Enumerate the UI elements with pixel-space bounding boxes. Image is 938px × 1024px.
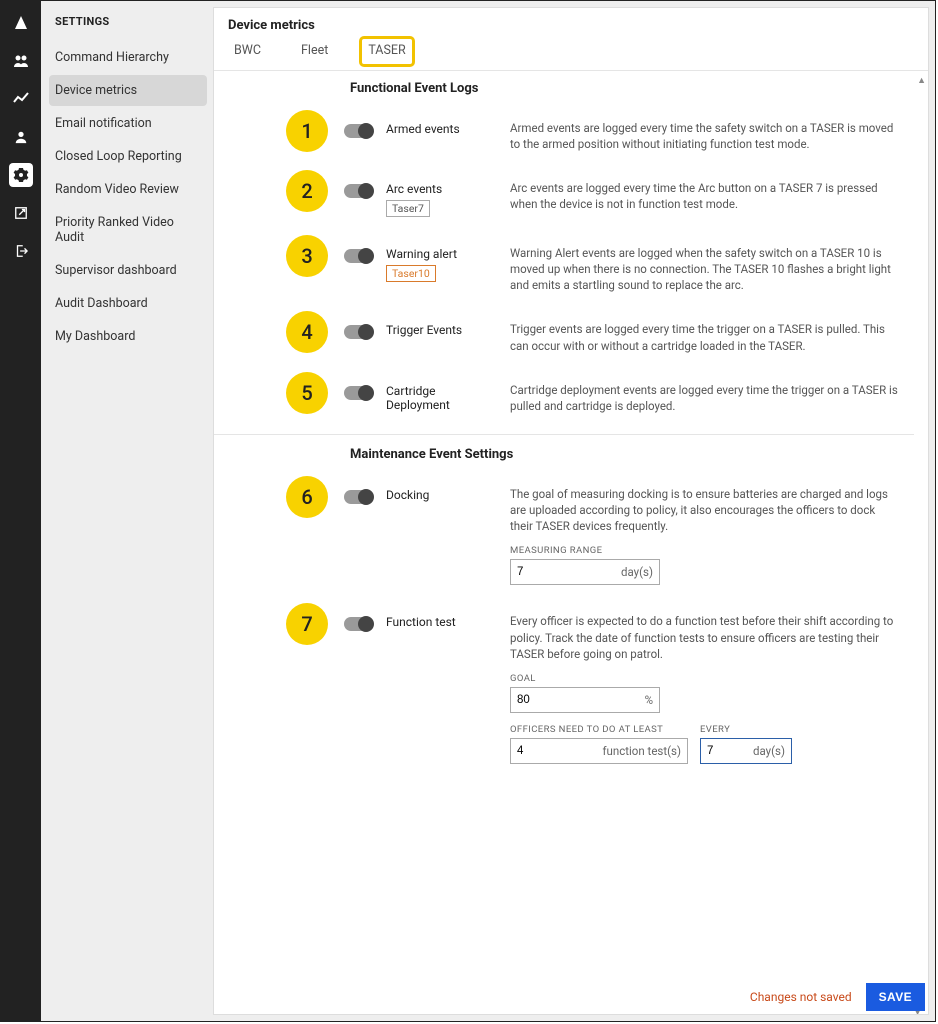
desc-arc-events: Arc events are logged every time the Arc… (510, 180, 900, 212)
desc-warning-alert: Warning Alert events are logged when the… (510, 245, 900, 293)
sidebar-title: SETTINGS (55, 15, 201, 28)
label-trigger-events: Trigger Events (386, 323, 500, 337)
every-value[interactable] (707, 745, 729, 757)
chip-taser7: Taser7 (386, 200, 430, 217)
label-docking: Docking (386, 488, 500, 502)
tab-fleet[interactable]: Fleet (295, 39, 334, 64)
toggle-docking[interactable] (344, 490, 372, 504)
signout-icon[interactable] (9, 239, 33, 263)
desc-function-test: Every officer is expected to do a functi… (510, 613, 900, 764)
desc-cartridge-deployment: Cartridge deployment events are logged e… (510, 382, 900, 414)
row-function-test: 7 Function test Every officer is expecte… (214, 599, 914, 778)
step-7-badge: 7 (286, 603, 328, 645)
unsaved-label: Changes not saved (750, 990, 852, 1004)
toggle-function-test[interactable] (344, 617, 372, 631)
toggle-trigger-events[interactable] (344, 325, 372, 339)
sidebar-item-closed-loop-reporting[interactable]: Closed Loop Reporting (49, 141, 207, 172)
label-goal: GOAL (510, 672, 900, 685)
desc-trigger-events: Trigger events are logged every time the… (510, 321, 900, 353)
settings-icon[interactable] (9, 163, 33, 187)
sidebar-item-my-dashboard[interactable]: My Dashboard (49, 321, 207, 352)
input-goal[interactable]: % (510, 687, 660, 713)
step-2-badge: 2 (286, 170, 328, 212)
toggle-warning-alert[interactable] (344, 249, 372, 263)
label-measuring-range: MEASURING RANGE (510, 544, 900, 557)
main-panel: Device metrics BWC Fleet TASER Functiona… (213, 7, 929, 1015)
label-armed-events: Armed events (386, 122, 500, 136)
sidebar-item-supervisor-dashboard[interactable]: Supervisor dashboard (49, 255, 207, 286)
tab-bwc[interactable]: BWC (228, 39, 267, 64)
panel-title: Device metrics (214, 14, 928, 39)
goal-value[interactable] (517, 694, 557, 706)
label-arc-events: Arc events Taser7 (386, 182, 500, 217)
footer: Changes not saved SAVE (750, 983, 925, 1011)
step-1-badge: 1 (286, 110, 328, 152)
trend-icon[interactable] (9, 87, 33, 111)
sidebar-item-random-video-review[interactable]: Random Video Review (49, 174, 207, 205)
step-6-badge: 6 (286, 476, 328, 518)
input-measuring-range[interactable]: day(s) (510, 559, 660, 585)
label-every: EVERY (700, 723, 792, 736)
row-trigger-events: 4 Trigger Events Trigger events are logg… (214, 307, 914, 367)
row-docking: 6 Docking The goal of measuring docking … (214, 472, 914, 600)
sidebar-item-email-notification[interactable]: Email notification (49, 108, 207, 139)
section-maintenance-heading: Maintenance Event Settings (214, 437, 914, 472)
row-cartridge-deployment: 5 Cartridge Deployment Cartridge deploym… (214, 368, 914, 428)
settings-sidebar: SETTINGS Command Hierarchy Device metric… (41, 1, 211, 1021)
row-armed-events: 1 Armed events Armed events are logged e… (214, 106, 914, 166)
step-5-badge: 5 (286, 372, 328, 414)
chip-taser10: Taser10 (386, 265, 436, 282)
desc-docking: The goal of measuring docking is to ensu… (510, 486, 900, 586)
row-arc-events: 2 Arc events Taser7 Arc events are logge… (214, 166, 914, 231)
sidebar-item-priority-ranked-video-audit[interactable]: Priority Ranked Video Audit (49, 207, 207, 253)
section-functional-heading: Functional Event Logs (214, 71, 914, 106)
row-warning-alert: 3 Warning alert Taser10 Warning Alert ev… (214, 231, 914, 307)
toggle-cartridge-deployment[interactable] (344, 386, 372, 400)
label-function-test: Function test (386, 615, 500, 629)
open-link-icon[interactable] (9, 201, 33, 225)
input-every[interactable]: day(s) (700, 738, 792, 764)
people-icon[interactable] (9, 49, 33, 73)
toggle-armed-events[interactable] (344, 124, 372, 138)
logo-icon[interactable] (9, 11, 33, 35)
step-4-badge: 4 (286, 311, 328, 353)
scroll-region[interactable]: Functional Event Logs 1 Armed events Arm… (214, 71, 928, 778)
app-iconbar (1, 1, 41, 1021)
input-atleast[interactable]: function test(s) (510, 738, 688, 764)
label-cartridge-deployment: Cartridge Deployment (386, 384, 500, 412)
sidebar-item-device-metrics[interactable]: Device metrics (49, 75, 207, 106)
toggle-arc-events[interactable] (344, 184, 372, 198)
save-button[interactable]: SAVE (866, 983, 925, 1011)
step-3-badge: 3 (286, 235, 328, 277)
desc-armed-events: Armed events are logged every time the s… (510, 120, 900, 152)
user-icon[interactable] (9, 125, 33, 149)
label-atleast: OFFICERS NEED TO DO AT LEAST (510, 723, 688, 736)
tabs: BWC Fleet TASER (214, 39, 928, 71)
sidebar-item-audit-dashboard[interactable]: Audit Dashboard (49, 288, 207, 319)
tab-taser[interactable]: TASER (362, 39, 411, 64)
label-warning-alert: Warning alert Taser10 (386, 247, 500, 282)
measuring-range-value[interactable] (517, 566, 557, 578)
atleast-value[interactable] (517, 745, 557, 757)
sidebar-item-command-hierarchy[interactable]: Command Hierarchy (49, 42, 207, 73)
